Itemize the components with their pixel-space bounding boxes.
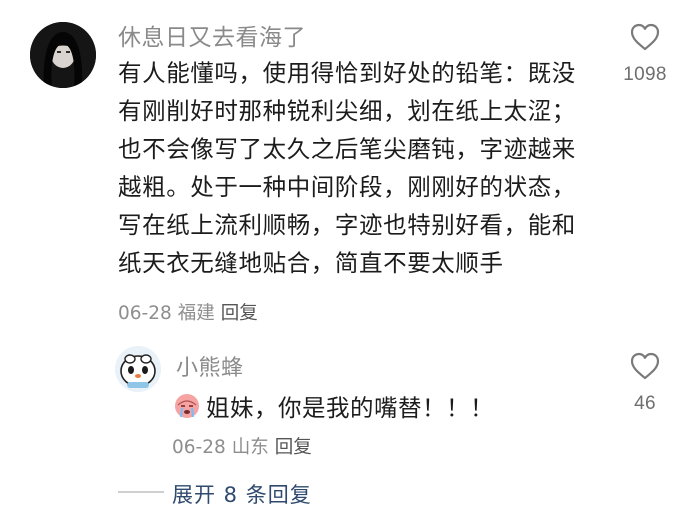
- reply-reply-button[interactable]: 回复: [275, 437, 312, 458]
- comment-location: 福建: [177, 303, 215, 324]
- comment-text: 有人能懂吗，使用得恰到好处的铅笔：既没有刚削好时那种锐利尖细，划在纸上太涩；也不…: [118, 59, 576, 277]
- avatar-image: [30, 22, 96, 88]
- comment-username[interactable]: 休息日又去看海了: [118, 18, 306, 52]
- expand-replies-link[interactable]: 展开 8 条回复: [172, 479, 312, 509]
- reply-meta: 06-28 山东 回复: [172, 433, 312, 459]
- comment-reply-button[interactable]: 回复: [221, 303, 258, 324]
- reply-body: 姐妹，你是我的嘴替！！！: [172, 388, 494, 424]
- reply-avatar-image: [115, 346, 161, 392]
- reply-text: 姐妹，你是我的嘴替！！！: [206, 394, 494, 422]
- reply-avatar[interactable]: [115, 346, 161, 392]
- reply-date: 06-28: [172, 437, 226, 458]
- comment-meta: 06-28 福建 回复: [118, 299, 258, 325]
- avatar[interactable]: [30, 22, 96, 88]
- comment-date: 06-28: [118, 303, 172, 324]
- reply-username[interactable]: 小熊蜂: [176, 350, 244, 382]
- comment-like-count: 1098: [623, 64, 667, 85]
- crying-face-emoji-icon: [175, 394, 199, 418]
- comment-like-button[interactable]: 1098: [612, 22, 678, 86]
- heart-outline-icon: [630, 23, 660, 51]
- expand-divider: [118, 491, 164, 493]
- reply-location: 山东: [231, 437, 269, 458]
- reply-like-button[interactable]: 46: [612, 351, 678, 415]
- heart-outline-icon: [630, 352, 660, 380]
- reply-like-count: 46: [634, 393, 656, 414]
